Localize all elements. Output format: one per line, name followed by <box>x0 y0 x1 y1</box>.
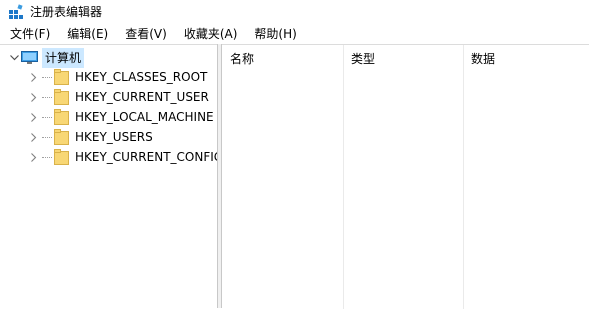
key-tree-pane[interactable]: 计算机 HKEY_CLASSES_ROOT HKEY_CURRENT_USER <box>0 44 217 308</box>
column-divider[interactable] <box>463 45 464 309</box>
tree-node-hkey-classes-root[interactable]: HKEY_CLASSES_ROOT <box>28 67 207 87</box>
tree-node-hkey-current-user[interactable]: HKEY_CURRENT_USER <box>28 87 209 107</box>
chevron-right-icon[interactable] <box>28 127 40 147</box>
title-bar: 注册表编辑器 <box>0 0 589 24</box>
chevron-right-icon[interactable] <box>28 107 40 127</box>
tree-node-computer[interactable]: 计算机 <box>8 48 85 68</box>
tree-connector <box>42 156 52 158</box>
chevron-right-icon[interactable] <box>28 67 40 87</box>
menu-file[interactable]: 文件(F) <box>0 24 57 44</box>
menu-help[interactable]: 帮助(H) <box>244 24 303 44</box>
computer-icon <box>21 51 38 64</box>
menu-bar: 文件(F) 编辑(E) 查看(V) 收藏夹(A) 帮助(H) <box>0 24 589 44</box>
tree-connector <box>42 96 52 98</box>
column-header-name[interactable]: 名称 <box>222 45 343 73</box>
folder-icon <box>54 129 69 145</box>
tree-node-label: HKEY_CURRENT_CONFIG <box>75 150 217 164</box>
menu-favorites[interactable]: 收藏夹(A) <box>174 24 245 44</box>
chevron-right-icon[interactable] <box>28 87 40 107</box>
tree-connector <box>42 76 52 78</box>
tree-node-hkey-current-config[interactable]: HKEY_CURRENT_CONFIG <box>28 147 217 167</box>
tree-node-label: HKEY_CURRENT_USER <box>75 90 209 104</box>
chevron-right-icon[interactable] <box>28 147 40 167</box>
tree-node-hkey-users[interactable]: HKEY_USERS <box>28 127 153 147</box>
tree-connector <box>42 136 52 138</box>
value-list-pane[interactable]: 名称 类型 数据 <box>222 44 589 309</box>
column-divider[interactable] <box>343 45 344 309</box>
tree-node-label: HKEY_USERS <box>75 130 153 144</box>
menu-view[interactable]: 查看(V) <box>115 24 174 44</box>
column-header-type[interactable]: 类型 <box>343 45 463 73</box>
tree-node-hkey-local-machine[interactable]: HKEY_LOCAL_MACHINE <box>28 107 214 127</box>
chevron-down-icon[interactable] <box>8 48 20 68</box>
list-header: 名称 类型 数据 <box>222 45 589 73</box>
menu-edit[interactable]: 编辑(E) <box>57 24 115 44</box>
window-title: 注册表编辑器 <box>30 5 103 19</box>
tree-node-label: HKEY_LOCAL_MACHINE <box>75 110 214 124</box>
registry-editor-icon <box>9 4 23 19</box>
folder-icon <box>54 149 69 165</box>
folder-icon <box>54 109 69 125</box>
tree-node-label: HKEY_CLASSES_ROOT <box>75 70 208 84</box>
folder-icon <box>54 69 69 85</box>
tree-connector <box>42 116 52 118</box>
column-header-data[interactable]: 数据 <box>463 45 589 73</box>
folder-icon <box>54 89 69 105</box>
tree-node-label: 计算机 <box>42 48 85 68</box>
